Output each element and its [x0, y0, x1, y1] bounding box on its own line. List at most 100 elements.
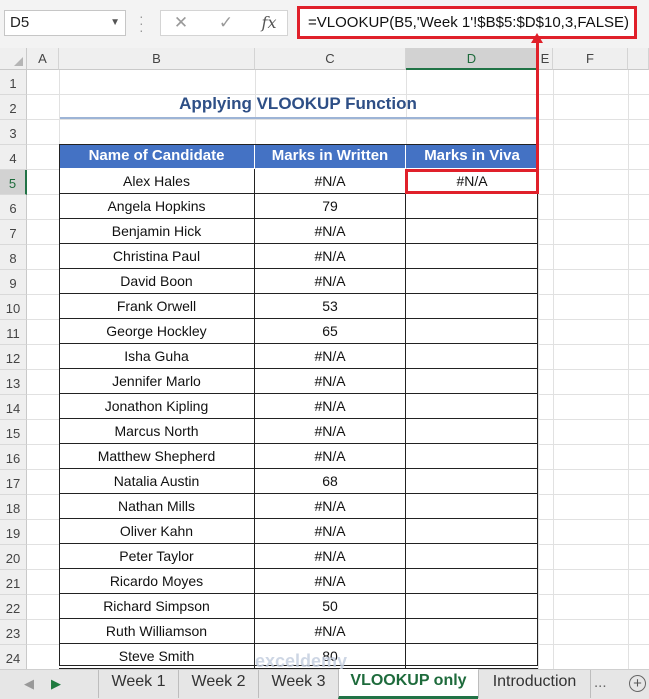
cell-name[interactable]: Natalia Austin — [59, 469, 255, 494]
tab-week-1[interactable]: Week 1 — [98, 670, 178, 698]
row-header-24[interactable]: 24 — [0, 645, 27, 670]
chevron-down-icon[interactable]: ▼ — [110, 11, 120, 35]
cell-viva[interactable] — [406, 269, 538, 294]
insert-function-icon[interactable]: fx — [254, 11, 284, 35]
cell-viva[interactable] — [406, 494, 538, 519]
row-header-11[interactable]: 11 — [0, 320, 27, 345]
cell-written[interactable]: #N/A — [255, 619, 406, 644]
cell-written[interactable]: #N/A — [255, 394, 406, 419]
cell-name[interactable]: Oliver Kahn — [59, 519, 255, 544]
cell-name[interactable]: Angela Hopkins — [59, 194, 255, 219]
row-header-22[interactable]: 22 — [0, 595, 27, 620]
cell-viva[interactable] — [406, 569, 538, 594]
cell-name[interactable]: Matthew Shepherd — [59, 444, 255, 469]
row-header-6[interactable]: 6 — [0, 195, 27, 220]
row-header-12[interactable]: 12 — [0, 345, 27, 370]
name-box[interactable]: D5 ▼ — [4, 10, 126, 36]
row-header-21[interactable]: 21 — [0, 570, 27, 595]
cell-viva[interactable] — [406, 544, 538, 569]
cell-name[interactable]: Alex Hales — [59, 169, 255, 194]
cell-written[interactable]: #N/A — [255, 419, 406, 444]
cell-viva[interactable] — [406, 469, 538, 494]
row-header-14[interactable]: 14 — [0, 395, 27, 420]
cell-written[interactable]: #N/A — [255, 169, 406, 194]
cell-written[interactable]: 79 — [255, 194, 406, 219]
cell-name[interactable]: Steve Smith — [59, 644, 255, 669]
row-header-5[interactable]: 5 — [0, 170, 27, 195]
cell-viva[interactable] — [406, 519, 538, 544]
row-header-2[interactable]: 2 — [0, 95, 27, 120]
cell-viva[interactable] — [406, 194, 538, 219]
cell-viva[interactable] — [406, 419, 538, 444]
row-header-9[interactable]: 9 — [0, 270, 27, 295]
cell-viva[interactable] — [406, 644, 538, 669]
cell-name[interactable]: Jennifer Marlo — [59, 369, 255, 394]
cell-viva[interactable] — [406, 444, 538, 469]
row-header-23[interactable]: 23 — [0, 620, 27, 645]
tab-week-2[interactable]: Week 2 — [178, 670, 258, 698]
formula-input[interactable]: =VLOOKUP(B5,'Week 1'!$B$5:$D$10,3,FALSE) — [297, 6, 637, 39]
cell-name[interactable]: Ricardo Moyes — [59, 569, 255, 594]
cell-viva[interactable] — [406, 619, 538, 644]
row-header-16[interactable]: 16 — [0, 445, 27, 470]
row-header-20[interactable]: 20 — [0, 545, 27, 570]
cell-viva[interactable] — [406, 344, 538, 369]
cell-viva[interactable] — [406, 244, 538, 269]
drag-handle-icon[interactable]: · · · — [139, 9, 144, 37]
column-header-overflow[interactable] — [628, 48, 649, 70]
row-header-18[interactable]: 18 — [0, 495, 27, 520]
cell-written[interactable]: #N/A — [255, 344, 406, 369]
scroll-left-icon[interactable]: ◀ — [24, 676, 34, 692]
row-header-10[interactable]: 10 — [0, 295, 27, 320]
select-all-button[interactable] — [0, 48, 27, 70]
column-header-c[interactable]: C — [255, 48, 406, 70]
column-header-f[interactable]: F — [553, 48, 628, 70]
cell-written[interactable]: 50 — [255, 594, 406, 619]
row-header-4[interactable]: 4 — [0, 145, 27, 170]
row-header-7[interactable]: 7 — [0, 220, 27, 245]
cell-written[interactable]: 53 — [255, 294, 406, 319]
tab-vlookup-only[interactable]: VLOOKUP only — [338, 669, 478, 699]
enter-icon[interactable]: ✓ — [211, 11, 241, 35]
header-marks-in-viva[interactable]: Marks in Viva — [406, 144, 538, 168]
column-header-d[interactable]: D — [406, 48, 538, 70]
cell-name[interactable]: Jonathon Kipling — [59, 394, 255, 419]
cell-name[interactable]: David Boon — [59, 269, 255, 294]
column-header-a[interactable]: A — [27, 48, 59, 70]
row-header-19[interactable]: 19 — [0, 520, 27, 545]
cell-viva[interactable] — [406, 594, 538, 619]
cell-viva[interactable] — [406, 319, 538, 344]
cell-written[interactable]: #N/A — [255, 219, 406, 244]
tab-week-3[interactable]: Week 3 — [258, 670, 338, 698]
column-header-b[interactable]: B — [59, 48, 255, 70]
row-header-8[interactable]: 8 — [0, 245, 27, 270]
cell-written[interactable]: #N/A — [255, 569, 406, 594]
header-name-of-candidate[interactable]: Name of Candidate — [59, 144, 255, 168]
row-header-17[interactable]: 17 — [0, 470, 27, 495]
cell-written[interactable]: #N/A — [255, 369, 406, 394]
cell-name[interactable]: Isha Guha — [59, 344, 255, 369]
cell-viva[interactable] — [406, 294, 538, 319]
cell-written[interactable]: 68 — [255, 469, 406, 494]
cell-name[interactable]: Peter Taylor — [59, 544, 255, 569]
cell-name[interactable]: Benjamin Hick — [59, 219, 255, 244]
cell-viva[interactable] — [406, 394, 538, 419]
cell-written[interactable]: #N/A — [255, 269, 406, 294]
cell-written[interactable]: #N/A — [255, 444, 406, 469]
cell-name[interactable]: Ruth Williamson — [59, 619, 255, 644]
tab-introduction[interactable]: Introduction — [478, 670, 591, 698]
column-header-e[interactable]: E — [538, 48, 553, 70]
cell-name[interactable]: Marcus North — [59, 419, 255, 444]
cell-written[interactable]: 65 — [255, 319, 406, 344]
cell-written[interactable]: #N/A — [255, 494, 406, 519]
cell-name[interactable]: Nathan Mills — [59, 494, 255, 519]
row-header-1[interactable]: 1 — [0, 70, 27, 95]
row-header-13[interactable]: 13 — [0, 370, 27, 395]
cell-written[interactable]: #N/A — [255, 244, 406, 269]
cell-viva[interactable] — [406, 219, 538, 244]
cancel-icon[interactable]: ✕ — [166, 11, 196, 35]
cell-written[interactable]: #N/A — [255, 519, 406, 544]
cell-written[interactable]: #N/A — [255, 544, 406, 569]
cell-viva[interactable] — [406, 369, 538, 394]
scroll-right-icon[interactable]: ▶ — [51, 676, 61, 692]
